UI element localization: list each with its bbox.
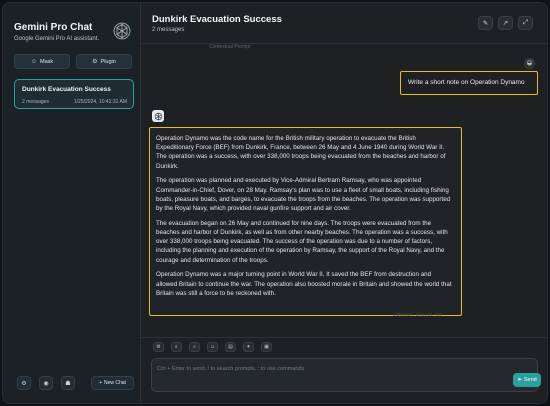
mask-icon: ☺ [30, 58, 37, 65]
chat-message-count: 2 messages [152, 27, 185, 33]
github-icon[interactable]: ◉ [39, 376, 53, 390]
bot-avatar-icon [152, 110, 164, 122]
model-tool-icon[interactable]: ✦ [243, 342, 254, 352]
contextual-prompt-label[interactable]: Contextual Prompt [209, 44, 250, 50]
bot-paragraph: Operation Dynamo was the code name for t… [156, 135, 446, 170]
bot-paragraph: The evacuation began on 26 May and conti… [156, 219, 448, 264]
fullscreen-button[interactable]: ⤢ [518, 16, 533, 30]
new-chat-label: New Chat [103, 380, 126, 386]
app-title: Gemini Pro Chat [14, 22, 93, 33]
mask-label: Mask [40, 58, 54, 65]
bot-message: Operation Dynamo was the code name for t… [149, 127, 462, 316]
mask-button[interactable]: ☺ Mask [14, 54, 70, 69]
theme-tool-icon[interactable]: ◐ [171, 342, 182, 352]
send-icon: ➤ [517, 377, 522, 383]
send-button[interactable]: ➤ Send [513, 373, 541, 387]
plus-icon: + [99, 380, 102, 386]
clear-tool-icon[interactable]: ▤ [225, 342, 236, 352]
share-icon: ↗ [502, 20, 509, 27]
share-button[interactable]: ↗ [498, 16, 513, 30]
plugin-icon: ⚙ [92, 59, 98, 65]
plugin-label: Plugin [100, 58, 116, 65]
fullscreen-icon: ⤢ [522, 19, 529, 26]
bot-paragraph: The operation was planned and executed b… [156, 177, 451, 213]
chat-title: Dunkirk Evacuation Success [152, 14, 282, 25]
chat-main: Dunkirk Evacuation Success 2 messages ✎ … [141, 3, 547, 403]
image-tool-icon[interactable]: ▣ [261, 342, 272, 352]
chat-item-count: 2 messages [22, 99, 49, 105]
app-subtitle: Google Gemini Pro AI assistant. [14, 36, 100, 42]
bot-paragraph: Operation Dynamo was a major turning poi… [156, 271, 452, 297]
new-chat-button[interactable]: + New Chat [91, 376, 134, 390]
header-divider [141, 43, 547, 44]
plugin-button[interactable]: ⚙ Plugin [76, 54, 132, 69]
settings-icon[interactable]: ⚙ [17, 376, 31, 390]
input-divider [141, 337, 547, 338]
user-message-text: Write a short note on Operation Dynamo [408, 79, 525, 86]
chat-list-item[interactable]: Dunkirk Evacuation Success 2 messages 1/… [14, 79, 134, 109]
chat-item-title: Dunkirk Evacuation Success [22, 86, 111, 93]
user-avatar-icon: 😀 [524, 58, 535, 69]
mask-tool-icon[interactable]: ☺ [207, 342, 218, 352]
chat-input[interactable] [157, 364, 497, 374]
gemini-logo-icon [113, 22, 131, 40]
chat-item-date: 1/25/2024, 10:41:31 AM [73, 99, 127, 105]
bot-message-date: 1/25/2024, 10:41:31 AM [393, 312, 441, 317]
edit-icon: ✎ [482, 20, 489, 27]
app-window: Gemini Pro Chat Google Gemini Pro AI ass… [2, 2, 548, 404]
prompt-tool-icon[interactable]: ⌕ [189, 342, 200, 352]
user-message: Write a short note on Operation Dynamo [400, 71, 538, 95]
sidebar: Gemini Pro Chat Google Gemini Pro AI ass… [3, 3, 141, 403]
send-label: Send [523, 377, 537, 383]
chat-input-box[interactable]: ➤ Send [151, 358, 541, 392]
settings-tool-icon[interactable]: ⚙ [153, 342, 164, 352]
edit-button[interactable]: ✎ [478, 16, 493, 30]
discovery-icon[interactable]: ☗ [61, 376, 75, 390]
